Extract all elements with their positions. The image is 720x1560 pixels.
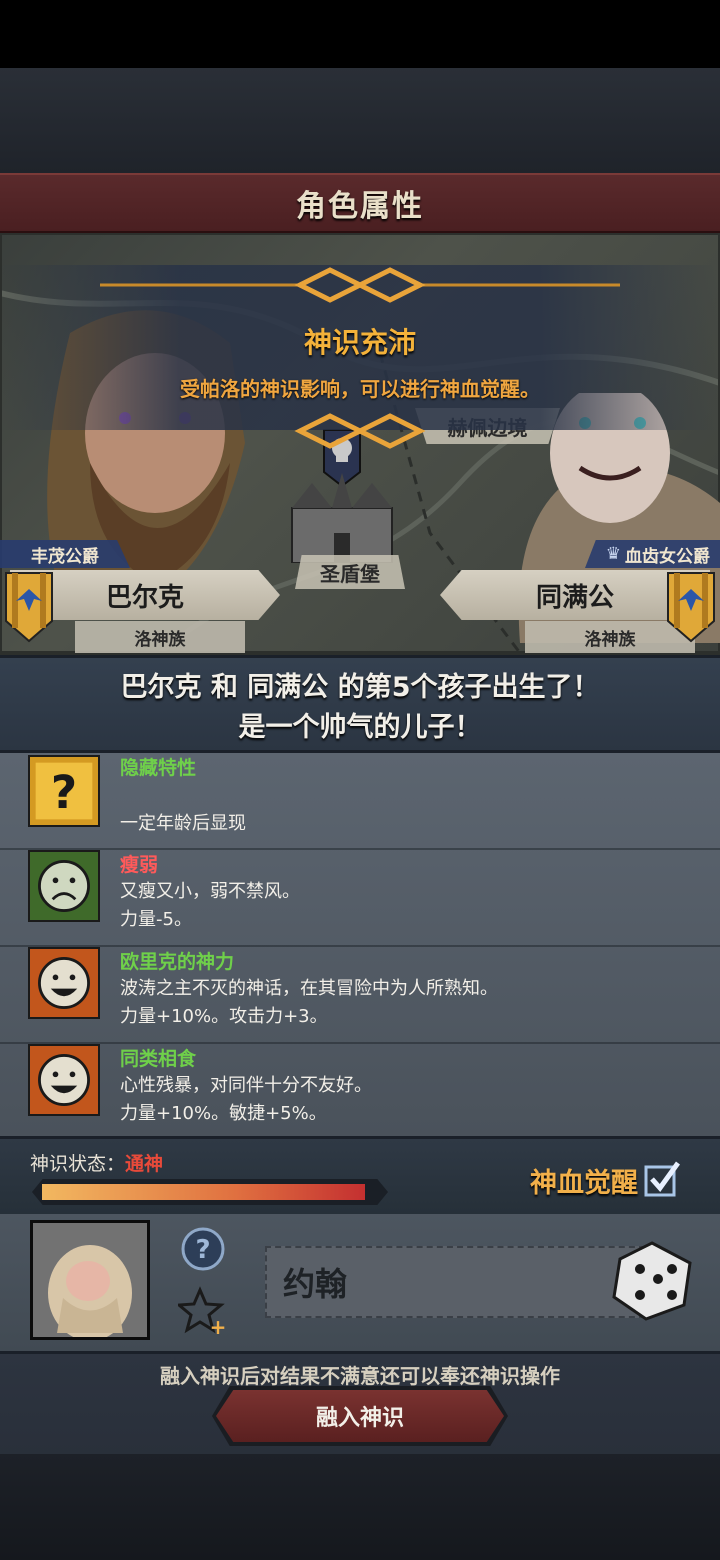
divine-banner: 神识充沛 受帕洛的神识影响，可以进行神血觉醒。 — [0, 265, 720, 449]
trait-desc-1: 波涛之主不灭的神话，在其冒险中为人所熟知。 — [120, 978, 498, 999]
mother-title-tag: ♛ 血齿女公爵 — [585, 540, 720, 568]
trait-list[interactable]: ? 隐藏特性 一定年龄后显现 瘦弱 又瘦又小，弱不禁风。 力量-5。 欧里克的神… — [0, 753, 720, 1136]
smile-face-icon — [28, 1044, 100, 1116]
status-bar-top — [0, 0, 720, 68]
castle-icon — [291, 473, 393, 563]
help-icon[interactable]: ? — [180, 1226, 226, 1272]
child-row: ? + 约翰 — [0, 1214, 720, 1354]
banner-title: 神识充沛 — [303, 326, 416, 359]
merge-divine-button[interactable]: 融入神识 — [216, 1390, 504, 1442]
add-favorite-star-icon[interactable]: + — [178, 1286, 228, 1336]
birth-announcement: 巴尔克 和 同满公 的第5个孩子出生了！ 是一个帅气的儿子！ — [0, 655, 720, 753]
father-crest-icon — [5, 572, 53, 643]
trait-desc-2: 力量-5。 — [120, 909, 192, 930]
trait-desc-1: 心性残暴，对同伴十分不友好。 — [120, 1075, 372, 1096]
trait-name: 瘦弱 — [120, 854, 159, 876]
place-castle-text: 圣盾堡 — [320, 561, 380, 586]
child-avatar[interactable] — [30, 1220, 150, 1340]
divine-status-bar: 神识状态：通神 神血觉醒 — [0, 1136, 720, 1214]
mother-tribe: 洛神族 — [584, 629, 636, 650]
father-tribe-plate: 洛神族 — [75, 621, 245, 653]
trait-item-weak[interactable]: 瘦弱 又瘦又小，弱不禁风。 力量-5。 — [0, 850, 720, 947]
divine-status-label: 神识状态：通神 — [30, 1149, 163, 1176]
trait-name: 隐藏特性 — [120, 757, 197, 779]
trait-item-hidden[interactable]: ? 隐藏特性 一定年龄后显现 — [0, 753, 720, 850]
banner-subtitle: 受帕洛的神识影响，可以进行神血觉醒。 — [180, 377, 540, 401]
announcement-line-1: 巴尔克 和 同满公 的第5个孩子出生了！ — [120, 672, 600, 703]
random-name-dice-icon[interactable] — [610, 1239, 694, 1323]
svg-text:+: + — [210, 1315, 227, 1336]
mother-crest-icon — [667, 572, 715, 643]
trait-item-oric[interactable]: 欧里克的神力 波涛之主不灭的神话，在其冒险中为人所熟知。 力量+10%。攻击力+… — [0, 947, 720, 1044]
bottom-bar — [0, 1454, 720, 1560]
svg-text:?: ? — [51, 766, 77, 819]
svg-text:?: ? — [195, 1235, 210, 1265]
knot-ornament-bottom-icon — [294, 413, 426, 449]
knot-ornament-top-icon — [100, 267, 620, 303]
father-title: 丰茂公爵 — [31, 546, 99, 567]
trait-desc-2: 力量+10%。敏捷+5%。 — [120, 1103, 327, 1124]
parents-scene: 赫佩边境 圣盾堡 神识充沛 受帕洛的神识影响，可以进行神血觉醒。 丰茂公爵 ♛ … — [0, 233, 720, 655]
baby-image — [33, 1223, 147, 1337]
smile-face-icon — [28, 947, 100, 1019]
mother-title: 血齿女公爵 — [625, 546, 710, 567]
trait-desc-2: 一定年龄后显现 — [120, 813, 246, 834]
awaken-checkbox-icon[interactable] — [644, 1161, 680, 1197]
awaken-label[interactable]: 神血觉醒 — [530, 1161, 638, 1200]
page-title: 角色属性 — [296, 189, 424, 224]
father-tribe: 洛神族 — [134, 629, 186, 650]
place-label-castle: 圣盾堡 — [295, 555, 405, 589]
mother-name: 同满公 — [535, 582, 614, 613]
father-name: 巴尔克 — [105, 582, 184, 613]
merge-hint: 融入神识后对结果不满意还可以奉还神识操作 — [160, 1364, 560, 1388]
trait-name: 同类相食 — [120, 1048, 197, 1070]
trait-name: 欧里克的神力 — [120, 951, 235, 973]
trait-item-cannibal[interactable]: 同类相食 心性残暴，对同伴十分不友好。 力量+10%。敏捷+5%。 — [0, 1044, 720, 1136]
footer: 融入神识后对结果不满意还可以奉还神识操作 融入神识 — [0, 1354, 720, 1560]
trait-desc-2: 力量+10%。攻击力+3。 — [120, 1006, 328, 1027]
status-value: 通神 — [125, 1153, 164, 1175]
father-title-tag: 丰茂公爵 — [0, 540, 130, 568]
title-bar: 角色属性 — [0, 173, 720, 233]
announcement-line-2: 是一个帅气的儿子！ — [238, 712, 482, 743]
question-icon: ? — [28, 755, 100, 827]
status-label-text: 神识状态： — [30, 1153, 126, 1175]
trait-desc-1: 又瘦又小，弱不禁风。 — [120, 881, 300, 902]
sad-face-icon — [28, 850, 100, 922]
divine-progress-fill — [42, 1184, 365, 1200]
crown-icon: ♛ — [605, 544, 621, 564]
child-name-field[interactable]: 约翰 — [265, 1246, 645, 1318]
header-band — [0, 68, 720, 173]
